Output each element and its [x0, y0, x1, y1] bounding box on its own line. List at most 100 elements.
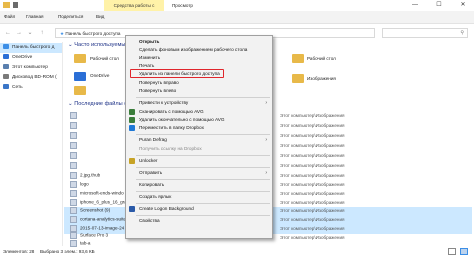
menu-item-rotate-right[interactable]: Повернуть вправо: [139, 80, 179, 85]
tab-file[interactable]: Файл: [4, 11, 15, 23]
search-icon: ⚲: [460, 30, 464, 36]
image-file-icon: [70, 132, 77, 139]
list-item[interactable]: [70, 112, 80, 119]
avg-icon: [129, 109, 135, 115]
context-menu: Открыть Сделать фоновым изображением раб…: [125, 35, 273, 239]
back-arrow-icon[interactable]: ←: [3, 28, 13, 38]
file-location: Этот компьютер\Изображения: [280, 153, 345, 158]
folder-onedrive[interactable]: OneDrive: [90, 73, 109, 78]
nav-item-this-pc[interactable]: Этот компьютер: [3, 63, 48, 73]
quick-access-toolbar-icon[interactable]: [13, 2, 18, 8]
file-location: Этот компьютер\Изображения: [280, 163, 345, 168]
dropbox-icon: [129, 125, 135, 131]
menu-item-open[interactable]: Открыть: [139, 39, 159, 44]
folder-desktop[interactable]: Рабочий стол: [90, 56, 119, 61]
nav-item-quick-access[interactable]: Панель быстрого д: [0, 43, 62, 53]
menu-item-send-to[interactable]: Отправить: [139, 170, 162, 175]
submenu-arrow-icon: ›: [265, 170, 267, 176]
menu-item-dropbox-link[interactable]: Получить ссылку на Dropbox: [139, 146, 202, 151]
menu-item-unlocker[interactable]: Unlocker: [139, 158, 158, 163]
list-item[interactable]: iphone_6_plus_16_gray: [70, 199, 129, 206]
file-location: Этот компьютер\Изображения: [280, 173, 345, 178]
menu-item-rotate-left[interactable]: Повернуть влево: [139, 88, 176, 93]
tab-share[interactable]: Поделиться: [58, 11, 83, 23]
file-location: Этот компьютер\Изображения: [280, 226, 345, 231]
folder-desktop-right[interactable]: Рабочий стол: [307, 56, 336, 61]
status-bar: Элементов: 28 Выбрано 3 элем.: 93,6 КБ: [0, 247, 474, 257]
folder-pictures-right[interactable]: Изображения: [307, 76, 336, 81]
menu-item-copy[interactable]: Копировать: [139, 182, 164, 187]
menu-item-set-as-background[interactable]: Сделать фоновым изображением рабочего ст…: [139, 47, 247, 52]
image-file-icon: [70, 225, 77, 232]
nav-item-network[interactable]: Сеть: [3, 83, 23, 93]
recent-dropdown-icon[interactable]: ⌄: [25, 28, 35, 38]
search-input[interactable]: ⚲: [382, 28, 468, 38]
menu-separator: [136, 134, 270, 135]
menu-item-move-to-dropbox[interactable]: Переместить в папку Dropbox: [139, 125, 204, 130]
image-file-icon: [70, 181, 77, 188]
tab-view[interactable]: Вид: [96, 11, 104, 23]
list-item[interactable]: [70, 122, 80, 129]
list-item[interactable]: tab-a: [70, 240, 90, 247]
image-file-icon: [70, 240, 77, 247]
menu-item-create-logon-background[interactable]: Create Logon Background: [139, 206, 194, 211]
menu-item-remove-from-quick-access[interactable]: Удалить из панели быстрого доступа: [139, 71, 220, 76]
file-location: Этот компьютер\Изображения: [280, 113, 345, 118]
list-item[interactable]: logo: [70, 181, 89, 188]
menu-item-create-shortcut[interactable]: Создать ярлык: [139, 194, 171, 199]
menu-item-puran-defrag[interactable]: Puran Defrag: [139, 137, 167, 142]
list-item[interactable]: cortana-analytics-suite: [70, 216, 126, 223]
image-file-icon: [70, 122, 77, 129]
nav-item-onedrive[interactable]: OneDrive: [3, 53, 32, 63]
image-file-icon: [70, 232, 77, 239]
contextual-tab-picture-tools[interactable]: Средства работы с рисунками: [104, 0, 164, 19]
image-file-icon: [70, 216, 77, 223]
section-header-frequent[interactable]: ⌄ Часто используемые п: [68, 42, 133, 48]
file-location: Этот компьютер\Изображения: [280, 133, 345, 138]
minimize-button[interactable]: —: [403, 0, 427, 11]
maximize-button[interactable]: ☐: [427, 0, 451, 11]
tab-view-manage[interactable]: Просмотр: [172, 0, 212, 11]
menu-separator: [136, 191, 270, 192]
list-item[interactable]: 2.jpg.thub: [70, 172, 100, 179]
submenu-arrow-icon: ›: [265, 137, 267, 143]
large-icons-view-icon[interactable]: [460, 248, 468, 255]
list-item[interactable]: microsoft-ends-windo: [70, 190, 124, 197]
cloud-folder-icon: [74, 72, 86, 81]
image-file-icon: [70, 152, 77, 159]
list-item[interactable]: 2015-07-13-image-24: [70, 225, 124, 232]
list-item[interactable]: [70, 132, 80, 139]
details-view-icon[interactable]: [448, 248, 456, 255]
menu-item-scan-avg[interactable]: Сканировать с помощью AVG: [139, 109, 204, 114]
folder-icon: [3, 2, 10, 8]
menu-item-edit[interactable]: Изменить: [139, 55, 160, 60]
menu-item-print[interactable]: Печать: [139, 63, 154, 68]
close-button[interactable]: ✕: [451, 0, 474, 11]
menu-item-properties[interactable]: Свойства: [139, 218, 160, 223]
list-item[interactable]: [70, 142, 80, 149]
section-header-recent[interactable]: ⌄ Последние файлы (20: [68, 101, 132, 107]
image-file-icon: [70, 172, 77, 179]
menu-separator: [136, 97, 270, 98]
tab-home[interactable]: Главная: [26, 11, 43, 23]
image-file-icon: [70, 207, 77, 214]
status-selected: Выбрано 3 элем.: 93,6 КБ: [40, 249, 95, 254]
file-location: Этот компьютер\Изображения: [280, 182, 345, 187]
file-location: Этот компьютер\Изображения: [280, 208, 345, 213]
image-file-icon: [70, 142, 77, 149]
list-item[interactable]: Screenshot (9): [70, 207, 110, 214]
folder-icon: [74, 54, 86, 63]
list-item[interactable]: [70, 152, 80, 159]
menu-separator: [136, 179, 270, 180]
avg-icon: [129, 117, 135, 123]
nav-item-bd-rom[interactable]: Дисковод BD-ROM (: [3, 73, 57, 83]
list-item[interactable]: Surface Pro 3: [70, 232, 108, 239]
file-location: Этот компьютер\Изображения: [280, 217, 345, 222]
menu-item-shred-avg[interactable]: Удалить окончательно с помощью AVG: [139, 117, 225, 122]
forward-arrow-icon[interactable]: →: [14, 28, 24, 38]
menu-item-cast-to-device[interactable]: Привести к устройству: [139, 100, 188, 105]
up-arrow-icon[interactable]: ↑: [37, 28, 47, 38]
menu-separator: [136, 203, 270, 204]
list-item[interactable]: [70, 162, 80, 169]
image-file-icon: [70, 190, 77, 197]
